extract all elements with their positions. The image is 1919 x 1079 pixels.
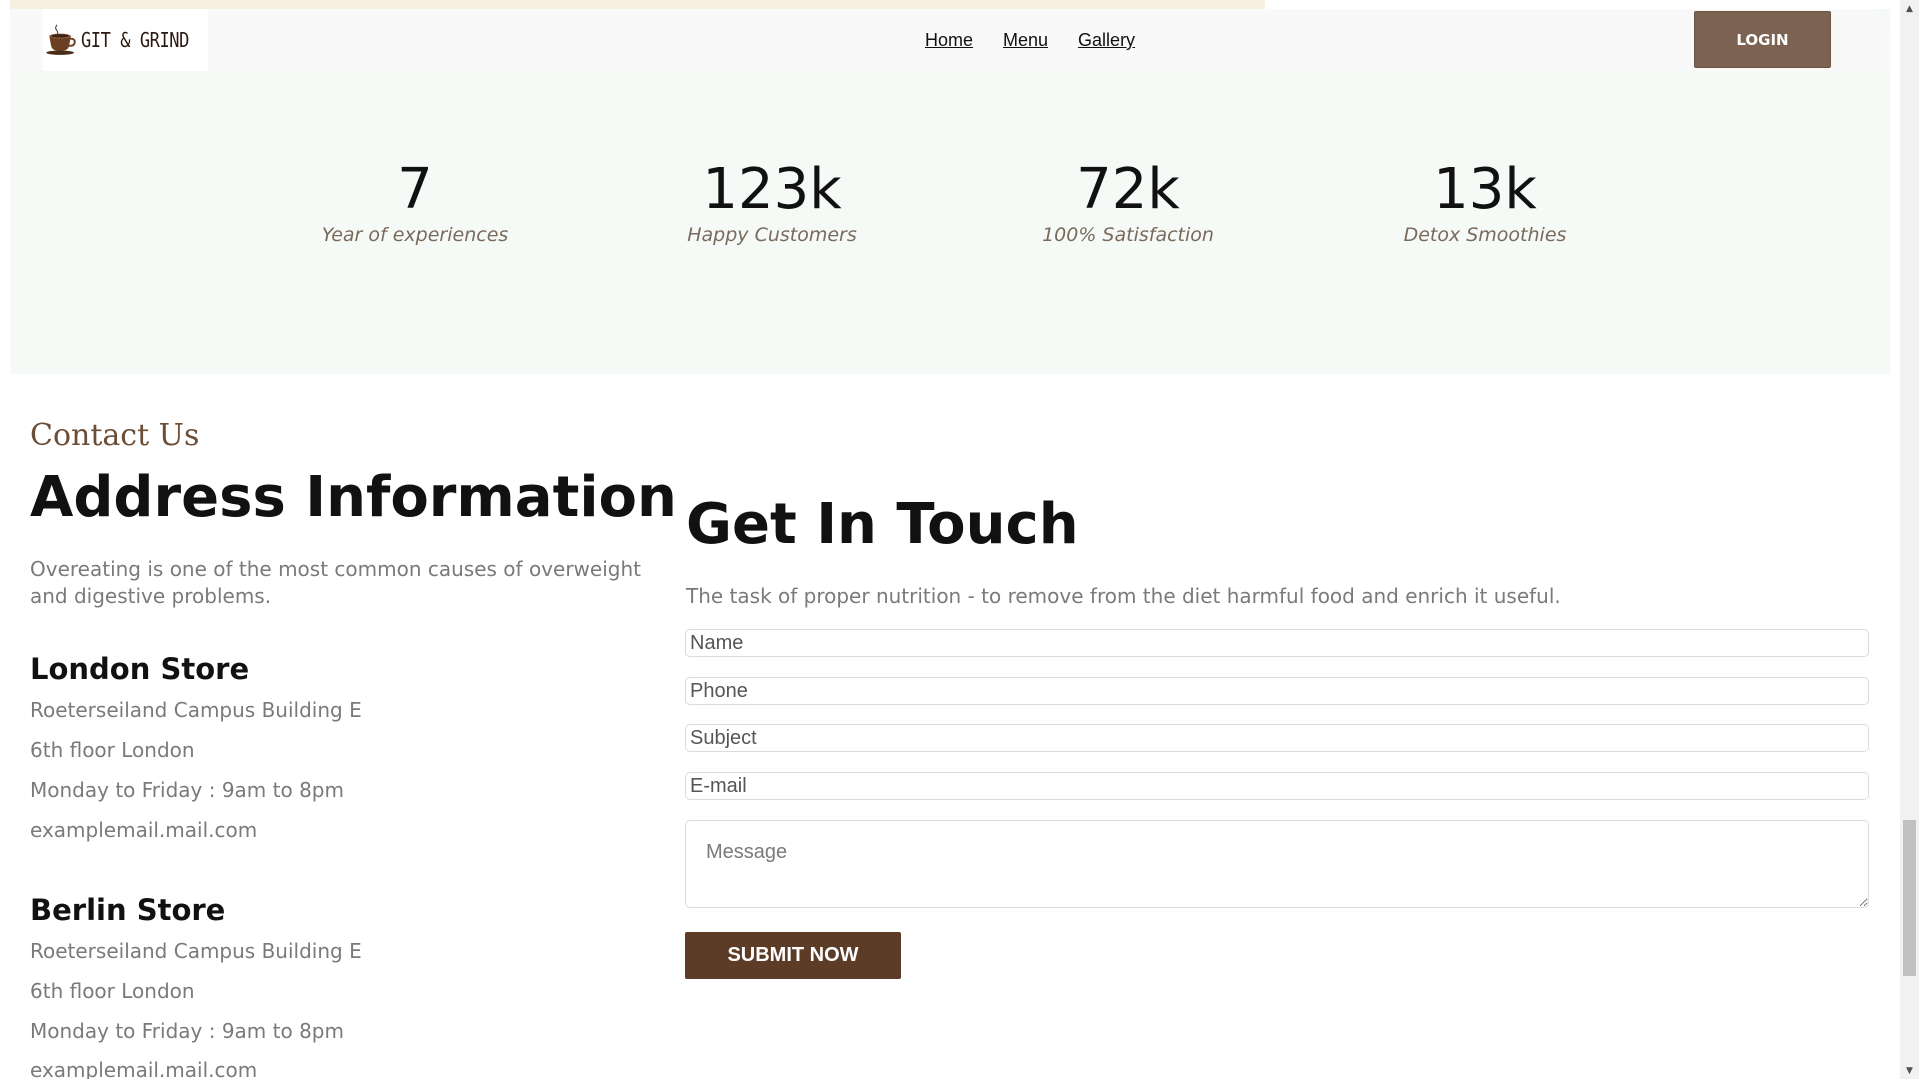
top-strip <box>10 0 1265 9</box>
stat-label: Happy Customers <box>687 224 857 246</box>
logo-text: GIT & GRIND <box>81 28 189 52</box>
store-address-line: 6th floor London <box>30 738 195 762</box>
name-field[interactable] <box>685 629 1869 657</box>
stat-value: 72k <box>1076 157 1180 222</box>
nav-gallery[interactable]: Gallery <box>1078 30 1135 51</box>
nav-home[interactable]: Home <box>925 30 973 51</box>
stat-label: 100% Satisfaction <box>1042 224 1214 246</box>
stat-satisfaction: 72k 100% Satisfaction <box>1008 150 1248 246</box>
address-title: Address Information <box>30 465 677 530</box>
stat-value: 123k <box>702 157 842 222</box>
contact-eyebrow: Contact Us <box>30 418 200 453</box>
store-hours: Monday to Friday : 9am to 8pm <box>30 778 344 802</box>
store-hours: Monday to Friday : 9am to 8pm <box>30 1019 344 1043</box>
stat-smoothies: 13k Detox Smoothies <box>1365 150 1605 246</box>
store-address-line: Roeterseiland Campus Building E <box>30 698 362 722</box>
store-name-london: London Store <box>30 652 250 686</box>
phone-field[interactable] <box>685 677 1869 705</box>
coffee-cup-icon <box>46 24 76 55</box>
nav-menu[interactable]: Menu <box>1003 30 1048 51</box>
store-address-line: 6th floor London <box>30 979 195 1003</box>
main-nav: Home Menu Gallery <box>925 30 1135 51</box>
address-description: Overeating is one of the most common cau… <box>30 557 641 608</box>
stat-value: 13k <box>1433 157 1537 222</box>
login-button[interactable]: LOGIN <box>1694 11 1831 68</box>
email-field[interactable] <box>685 772 1869 800</box>
message-field[interactable] <box>685 820 1869 908</box>
stat-customers: 123k Happy Customers <box>652 150 892 246</box>
scroll-up-arrow-icon[interactable]: ▲ <box>1900 0 1919 17</box>
stat-label: Detox Smoothies <box>1403 224 1567 246</box>
store-email: examplemail.mail.com <box>30 1058 258 1079</box>
scroll-down-arrow-icon[interactable]: ▼ <box>1900 1062 1919 1079</box>
submit-button[interactable]: SUBMIT NOW <box>685 932 901 979</box>
stat-value: 7 <box>397 157 433 222</box>
scrollbar-thumb[interactable] <box>1903 820 1916 976</box>
stat-label: Year of experiences <box>321 224 509 246</box>
vertical-scrollbar[interactable]: ▲ ▼ <box>1900 0 1919 1079</box>
stat-experience: 7 Year of experiences <box>295 150 535 246</box>
store-email: examplemail.mail.com <box>30 818 258 842</box>
store-address-line: Roeterseiland Campus Building E <box>30 939 362 963</box>
subject-field[interactable] <box>685 724 1869 752</box>
store-name-berlin: Berlin Store <box>30 893 226 927</box>
page: GIT & GRIND Home Menu Gallery LOGIN 7 Ye… <box>0 0 1919 1079</box>
logo[interactable]: GIT & GRIND <box>43 9 208 71</box>
form-title: Get In Touch <box>686 492 1079 557</box>
form-description: The task of proper nutrition - to remove… <box>686 584 1561 608</box>
